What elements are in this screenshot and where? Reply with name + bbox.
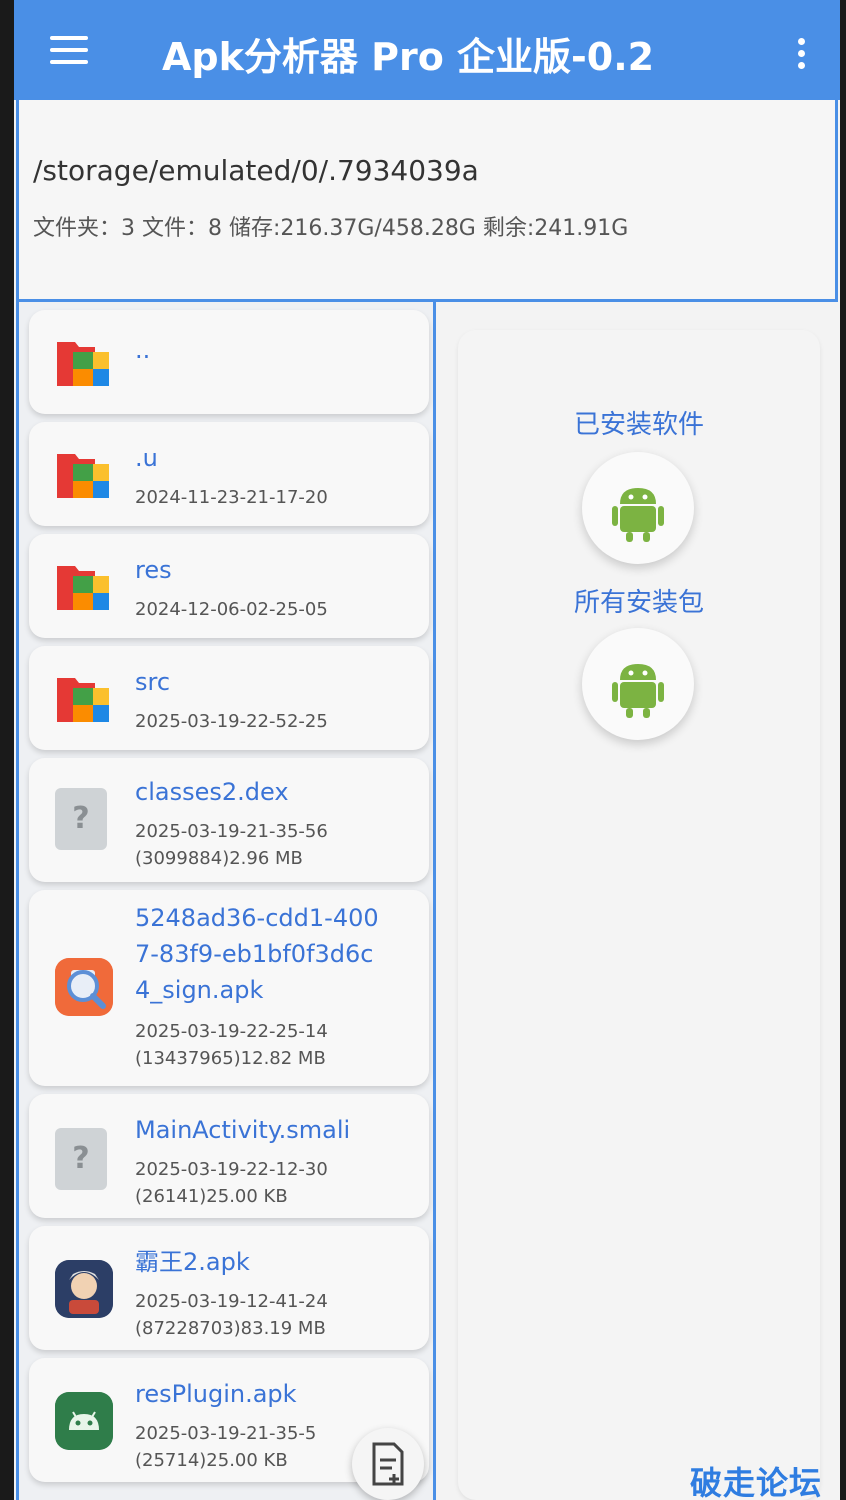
- all-packages-label: 所有安装包: [573, 588, 704, 618]
- file-name: src: [135, 668, 171, 696]
- file-size: (3099884)2.96 MB: [135, 848, 303, 869]
- add-file-icon: [372, 1442, 404, 1486]
- unknown-file-icon: ?: [55, 1128, 107, 1190]
- installed-apps-label: 已安装软件: [573, 410, 704, 440]
- add-file-button[interactable]: [352, 1428, 424, 1500]
- hamburger-menu-icon[interactable]: [50, 36, 88, 64]
- file-size: (26141)25.00 KB: [135, 1186, 288, 1207]
- file-name-line: 7-83f9-eb1bf0f3d6c: [135, 940, 374, 968]
- folder-icon: [57, 678, 109, 722]
- android-robot-icon: [612, 488, 664, 542]
- file-date: 2025-03-19-12-41-24: [135, 1291, 328, 1312]
- file-name-line: 4_sign.apk: [135, 976, 264, 1004]
- folder-icon: [57, 342, 109, 386]
- unknown-file-icon: ?: [55, 788, 107, 850]
- file-date: 2025-03-19-22-12-30: [135, 1159, 328, 1180]
- game-app-icon: [55, 1260, 113, 1318]
- app-bar: Apk分析器 Pro 企业版-0.2: [14, 0, 840, 100]
- file-item-parent[interactable]: ..: [29, 310, 429, 414]
- file-name: MainActivity.smali: [135, 1116, 351, 1144]
- file-item-sign-apk[interactable]: 5248ad36-cdd1-400 7-83f9-eb1bf0f3d6c 4_s…: [29, 890, 429, 1086]
- current-path: /storage/emulated/0/.7934039a: [33, 154, 479, 187]
- folder-icon: [57, 566, 109, 610]
- file-size: (25714)25.00 KB: [135, 1450, 288, 1471]
- quick-actions-panel: 已安装软件 所有安装包: [458, 330, 820, 1500]
- file-date: 2025-03-19-22-52-25: [135, 711, 328, 732]
- more-vertical-icon[interactable]: [798, 38, 806, 72]
- installed-apps-button[interactable]: [582, 452, 694, 564]
- app-title: Apk分析器 Pro 企业版-0.2: [162, 35, 655, 79]
- file-item-src[interactable]: src 2025-03-19-22-52-25: [29, 646, 429, 750]
- file-date: 2024-11-23-21-17-20: [135, 487, 328, 508]
- apk-analyzer-icon: [55, 958, 113, 1016]
- path-info-panel: /storage/emulated/0/.7934039a 文件夹：3 文件：8…: [16, 100, 838, 302]
- file-date: 2025-03-19-22-25-14: [135, 1021, 328, 1042]
- file-item-u[interactable]: .u 2024-11-23-21-17-20: [29, 422, 429, 526]
- file-date: 2024-12-06-02-25-05: [135, 599, 328, 620]
- app-screen: Apk分析器 Pro 企业版-0.2 /storage/emulated/0/.…: [14, 0, 840, 1500]
- file-list[interactable]: .. .u 2024-11-23-21-17-20 res 2024-12-06…: [16, 302, 436, 1500]
- android-robot-icon: [612, 664, 664, 718]
- all-packages-button[interactable]: [582, 628, 694, 740]
- android-app-icon: [55, 1392, 113, 1450]
- file-name: resPlugin.apk: [135, 1380, 297, 1408]
- file-size: (87228703)83.19 MB: [135, 1318, 326, 1339]
- storage-stats: 文件夹：3 文件：8 储存:216.37G/458.28G 剩余:241.91G: [33, 216, 629, 241]
- file-date: 2025-03-19-21-35-56: [135, 821, 328, 842]
- file-name: .u: [135, 444, 158, 472]
- file-item-mainactivity-smali[interactable]: ? MainActivity.smali 2025-03-19-22-12-30…: [29, 1094, 429, 1218]
- file-item-classes2-dex[interactable]: ? classes2.dex 2025-03-19-21-35-56 (3099…: [29, 758, 429, 882]
- watermark-text: 破走论坛: [690, 1464, 823, 1500]
- file-name: res: [135, 556, 172, 584]
- file-name-line: 5248ad36-cdd1-400: [135, 904, 379, 932]
- file-item-res[interactable]: res 2024-12-06-02-25-05: [29, 534, 429, 638]
- file-name: classes2.dex: [135, 778, 289, 806]
- folder-icon: [57, 454, 109, 498]
- file-size: (13437965)12.82 MB: [135, 1048, 326, 1069]
- file-name: 霸王2.apk: [135, 1248, 250, 1276]
- file-item-bawang-apk[interactable]: 霸王2.apk 2025-03-19-12-41-24 (87228703)83…: [29, 1226, 429, 1350]
- file-name: ..: [135, 336, 151, 364]
- file-date: 2025-03-19-21-35-5: [135, 1423, 317, 1444]
